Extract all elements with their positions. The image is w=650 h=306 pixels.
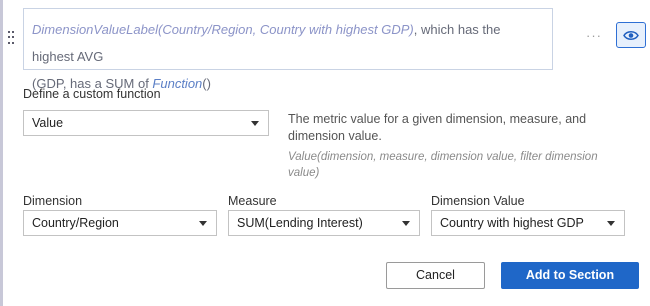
custom-function-heading: Define a custom function (23, 87, 161, 101)
measure-select-value: SUM(Lending Interest) (237, 216, 363, 230)
cancel-button[interactable]: Cancel (386, 262, 485, 289)
dimension-label: Dimension (23, 194, 83, 208)
edit-section-panel: DimensionValueLabel(Country/Region, Coun… (0, 0, 650, 306)
chevron-down-icon (607, 221, 615, 226)
add-to-section-button[interactable]: Add to Section (501, 262, 639, 289)
chevron-down-icon (402, 221, 410, 226)
more-icon[interactable]: ··· (586, 29, 602, 42)
dimension-select[interactable]: Country/Region (23, 210, 217, 236)
drag-handle-icon[interactable] (8, 31, 14, 45)
eye-icon (623, 30, 639, 40)
measure-select[interactable]: SUM(Lending Interest) (228, 210, 420, 236)
dimension-value-select[interactable]: Country with highest GDP (431, 210, 625, 236)
chevron-down-icon (199, 221, 207, 226)
function-select-value: Value (32, 116, 64, 130)
expression-editor[interactable]: DimensionValueLabel(Country/Region, Coun… (23, 8, 553, 91)
dimension-value-label: Dimension Value (431, 194, 525, 208)
measure-label: Measure (228, 194, 277, 208)
expression-text-3: () (202, 76, 211, 91)
dimension-value-select-value: Country with highest GDP (440, 216, 584, 230)
function-signature: Value(dimension, measure, dimension valu… (288, 151, 598, 179)
function-select[interactable]: Value (23, 110, 269, 136)
chevron-down-icon (251, 121, 259, 126)
dimension-select-value: Country/Region (32, 216, 119, 230)
function-token[interactable]: DimensionValueLabel(Country/Region, Coun… (32, 22, 414, 37)
eye-toggle-button[interactable] (616, 22, 646, 48)
function-description: The metric value for a given dimension, … (288, 112, 587, 143)
